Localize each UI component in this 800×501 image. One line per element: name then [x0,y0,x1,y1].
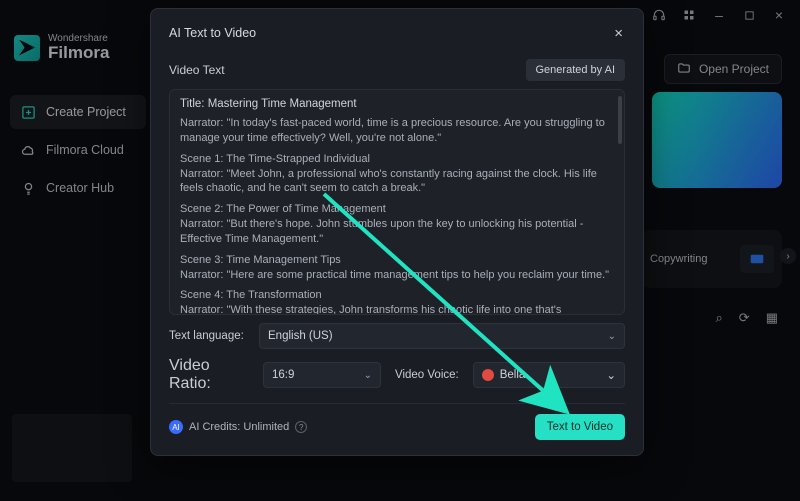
video-voice-label: Video Voice: [395,369,459,381]
modal-close-icon[interactable]: × [612,23,625,44]
chevron-down-icon: ⌄ [606,368,616,382]
script-line: Scene 2: The Power of Time Management [180,202,614,217]
divider [169,403,625,404]
voice-avatar-icon [482,369,494,381]
script-line: Scene 4: The Transformation [180,288,614,303]
script-line: Narrator: "With these strategies, John t… [180,303,614,315]
ai-badge-icon: AI [169,420,183,434]
script-line: Narrator: "But there's hope. John stumbl… [180,217,614,247]
ai-text-to-video-modal: AI Text to Video × Video Text Generated … [150,8,644,456]
chevron-down-icon: ⌄ [608,331,616,342]
chevron-down-icon: ⌄ [364,370,372,381]
script-line: Narrator: "Meet John, a professional who… [180,167,614,197]
script-line: Narrator: "Here are some practical time … [180,268,614,283]
ai-credits: AI AI Credits: Unlimited ? [169,420,307,434]
text-to-video-button[interactable]: Text to Video [535,414,625,440]
text-language-label: Text language: [169,330,249,342]
script-line: Scene 3: Time Management Tips [180,253,614,268]
video-voice-value: Bella [500,369,526,381]
video-ratio-label: Video Ratio: [169,357,249,393]
video-ratio-value: 16:9 [272,369,294,381]
script-textarea[interactable]: Title: Mastering Time Management Narrato… [169,89,625,315]
script-line: Narrator: "In today's fast-paced world, … [180,116,614,146]
script-line: Scene 1: The Time-Strapped Individual [180,152,614,167]
script-title: Title: Mastering Time Management [180,98,614,110]
video-voice-select[interactable]: Bella ⌄ [473,362,625,388]
scrollbar-thumb[interactable] [618,96,622,144]
info-icon[interactable]: ? [295,421,307,433]
video-ratio-select[interactable]: 16:9 ⌄ [263,362,381,388]
ai-credits-label: AI Credits: Unlimited [189,421,289,433]
text-language-select[interactable]: English (US) ⌄ [259,323,625,349]
modal-title: AI Text to Video [169,26,256,40]
video-text-label: Video Text [169,63,225,77]
text-language-value: English (US) [268,330,333,342]
generated-by-ai-button[interactable]: Generated by AI [526,59,626,81]
